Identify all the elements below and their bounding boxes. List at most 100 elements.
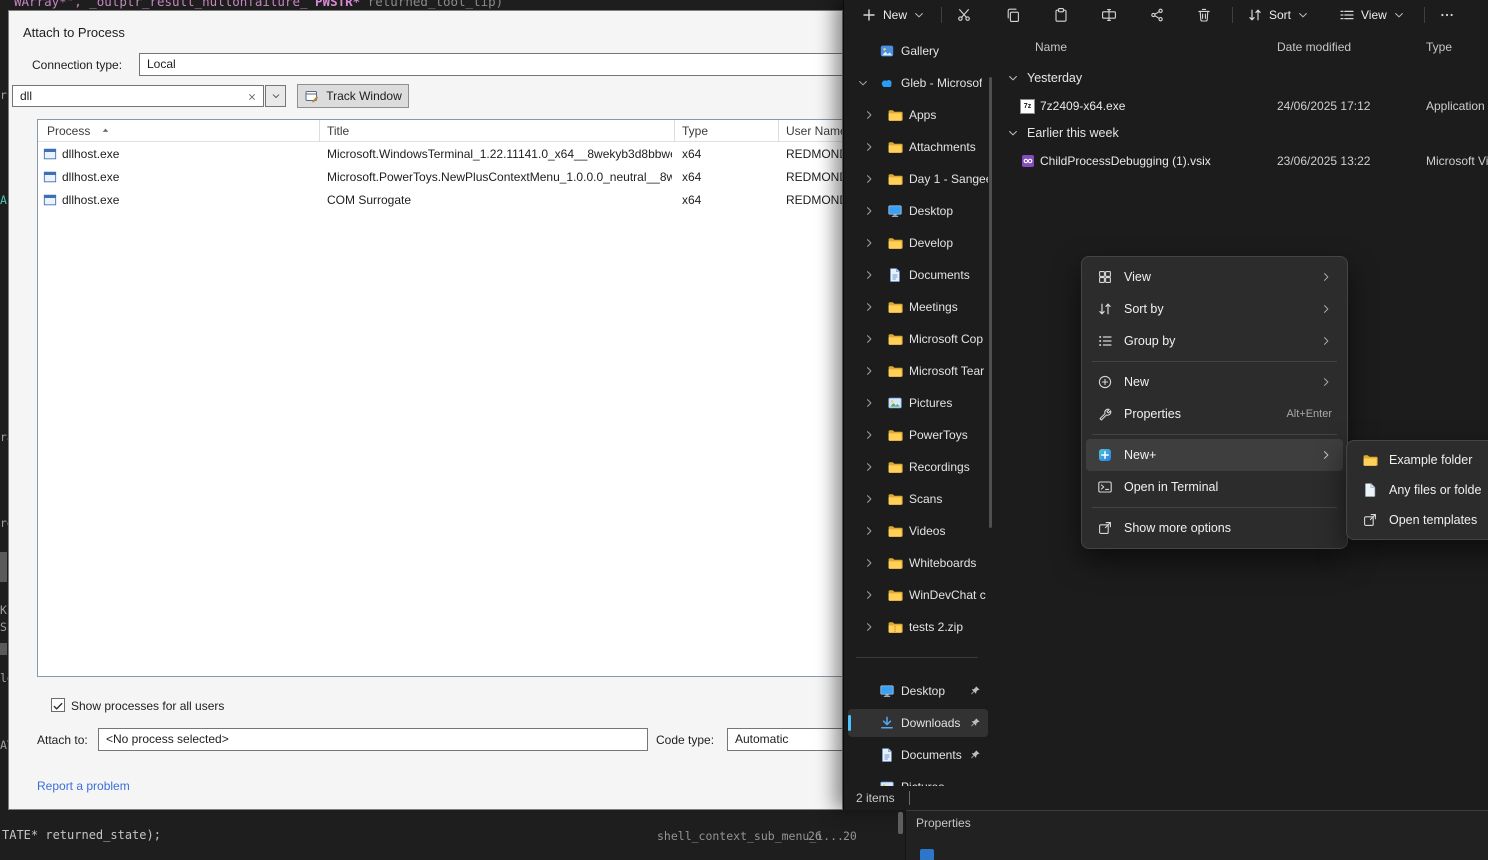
- sidebar-item-videos[interactable]: Videos: [848, 517, 988, 545]
- context-menu: View Sort by Group by New: [1081, 256, 1348, 549]
- sidebar-item-pictures[interactable]: Pictures: [848, 389, 988, 417]
- chevron-right-icon[interactable]: [863, 365, 875, 377]
- cut-button[interactable]: [950, 3, 978, 27]
- clear-filter-icon[interactable]: [247, 92, 257, 102]
- context-menu-item-group-by[interactable]: Group by: [1086, 325, 1343, 357]
- paste-button[interactable]: [1047, 3, 1075, 27]
- submenu-item-example-folder[interactable]: Example folder: [1351, 445, 1488, 475]
- scrollbar-thumb[interactable]: [898, 812, 903, 834]
- file-row[interactable]: 7z 7z2409-x64.exe 24/06/2025 17:12 Appli…: [844, 94, 1488, 120]
- view-button[interactable]: View: [1332, 3, 1412, 27]
- context-menu-item-open-in-terminal[interactable]: Open in Terminal: [1086, 471, 1343, 503]
- column-header-date-modified[interactable]: Date modified: [1277, 40, 1351, 54]
- submenu-item-open-templates[interactable]: Open templates: [1351, 505, 1488, 535]
- group-header-yesterday[interactable]: Yesterday: [1007, 71, 1082, 85]
- show-all-users-checkbox[interactable]: [51, 698, 65, 712]
- context-menu-item-new[interactable]: New: [1086, 366, 1343, 398]
- sidebar-item-develop[interactable]: Develop: [848, 229, 988, 257]
- chevron-right-icon[interactable]: [863, 621, 875, 633]
- chevron-right-icon[interactable]: [863, 461, 875, 473]
- properties-toolbar-icon[interactable]: [920, 849, 934, 860]
- menu-item-label: New+: [1124, 448, 1156, 462]
- documents-icon: [879, 747, 895, 763]
- sidebar-scrollbar[interactable]: [989, 77, 992, 528]
- menu-item-label: Properties: [1124, 407, 1181, 421]
- sidebar-item-onedrive[interactable]: Gleb - Microsof: [848, 69, 988, 97]
- delete-button[interactable]: [1190, 3, 1218, 27]
- file-row[interactable]: ChildProcessDebugging (1).vsix 23/06/202…: [844, 149, 1488, 175]
- menu-item-label: Example folder: [1389, 453, 1472, 467]
- chevron-right-icon[interactable]: [863, 205, 875, 217]
- column-header-user[interactable]: User Name: [786, 120, 843, 142]
- chevron-right-icon[interactable]: [863, 333, 875, 345]
- newplus-icon: [1097, 447, 1113, 463]
- process-filter-input[interactable]: dll: [12, 85, 264, 107]
- column-header-title[interactable]: Title: [327, 120, 349, 142]
- sidebar-item-documents[interactable]: Documents: [848, 261, 988, 289]
- column-header-name[interactable]: Name: [1035, 40, 1067, 54]
- chevron-down-icon[interactable]: [1007, 127, 1019, 139]
- process-row[interactable]: dllhost.exe COM Surrogate x64 REDMOND: [38, 189, 843, 212]
- chevron-right-icon[interactable]: [863, 589, 875, 601]
- sidebar-item-desktop[interactable]: Desktop: [848, 197, 988, 225]
- chevron-right-icon[interactable]: [863, 269, 875, 281]
- sidebar-item-windevchat[interactable]: WinDevChat c: [848, 581, 988, 609]
- context-menu-item-newplus[interactable]: New+: [1086, 439, 1343, 471]
- sort-button[interactable]: Sort: [1240, 3, 1316, 27]
- process-row[interactable]: dllhost.exe Microsoft.WindowsTerminal_1.…: [38, 143, 843, 166]
- filter-dropdown-button[interactable]: [265, 85, 286, 107]
- chevron-right-icon[interactable]: [863, 397, 875, 409]
- chevron-down-icon[interactable]: [1007, 72, 1019, 84]
- context-menu-item-view[interactable]: View: [1086, 261, 1343, 293]
- chevron-right-icon[interactable]: [863, 237, 875, 249]
- group-label: Yesterday: [1027, 71, 1082, 85]
- context-menu-item-sort-by[interactable]: Sort by: [1086, 293, 1343, 325]
- context-menu-item-show-more-options[interactable]: Show more options: [1086, 512, 1343, 544]
- see-more-button[interactable]: [1433, 3, 1461, 27]
- connection-type-combobox[interactable]: Local: [139, 53, 843, 76]
- code-type-combobox[interactable]: Automatic: [727, 728, 843, 751]
- column-header-type[interactable]: Type: [682, 120, 708, 142]
- column-divider[interactable]: [778, 120, 779, 142]
- file-name: ChildProcessDebugging (1).vsix: [1040, 154, 1211, 168]
- process-row[interactable]: dllhost.exe Microsoft.PowerToys.NewPlusC…: [38, 166, 843, 189]
- sidebar-item-powertoys[interactable]: PowerToys: [848, 421, 988, 449]
- editor-margin-block: [0, 552, 7, 582]
- sidebar-item-gallery[interactable]: Gallery: [848, 37, 988, 65]
- chevron-right-icon[interactable]: [863, 301, 875, 313]
- filter-value: dll: [20, 89, 32, 103]
- copy-button[interactable]: [999, 3, 1027, 27]
- rename-button[interactable]: [1095, 3, 1123, 27]
- submenu-item-any-files[interactable]: Any files or folde: [1351, 475, 1488, 505]
- sidebar-item-microsoft-cop[interactable]: Microsoft Cop: [848, 325, 988, 353]
- pin-icon: [969, 717, 981, 729]
- new-button[interactable]: New: [854, 3, 932, 27]
- column-divider[interactable]: [674, 120, 675, 142]
- sidebar-item-label: Desktop: [909, 204, 953, 218]
- chevron-right-icon[interactable]: [863, 429, 875, 441]
- share-button[interactable]: [1143, 3, 1171, 27]
- process-icon: [43, 147, 57, 161]
- chevron-down-icon[interactable]: [857, 77, 869, 89]
- process-table: Process Title Type User Name dllhost.exe…: [37, 119, 843, 677]
- report-problem-link[interactable]: Report a problem: [37, 779, 130, 793]
- track-window-button[interactable]: Track Window: [297, 84, 409, 108]
- context-menu-item-properties[interactable]: Properties Alt+Enter: [1086, 398, 1343, 430]
- sidebar-item-meetings[interactable]: Meetings: [848, 293, 988, 321]
- group-header-earlier-this-week[interactable]: Earlier this week: [1007, 126, 1119, 140]
- column-divider[interactable]: [319, 120, 320, 142]
- chevron-right-icon[interactable]: [863, 525, 875, 537]
- chevron-right-icon[interactable]: [863, 557, 875, 569]
- sidebar-item-recordings[interactable]: Recordings: [848, 453, 988, 481]
- sidebar-item-documents-pinned[interactable]: Documents: [848, 741, 988, 769]
- attach-to-field[interactable]: <No process selected>: [98, 728, 648, 751]
- sidebar-item-whiteboards[interactable]: Whiteboards: [848, 549, 988, 577]
- sidebar-item-scans[interactable]: Scans: [848, 485, 988, 513]
- chevron-right-icon[interactable]: [863, 493, 875, 505]
- sidebar-item-desktop-pinned[interactable]: Desktop: [848, 677, 988, 705]
- column-header-type[interactable]: Type: [1426, 40, 1452, 54]
- sidebar-item-downloads-pinned[interactable]: Downloads: [848, 709, 988, 737]
- sidebar-item-microsoft-tear[interactable]: Microsoft Tear: [848, 357, 988, 385]
- column-header-process[interactable]: Process: [47, 120, 90, 142]
- sidebar-item-tests-zip[interactable]: tests 2.zip: [848, 613, 988, 641]
